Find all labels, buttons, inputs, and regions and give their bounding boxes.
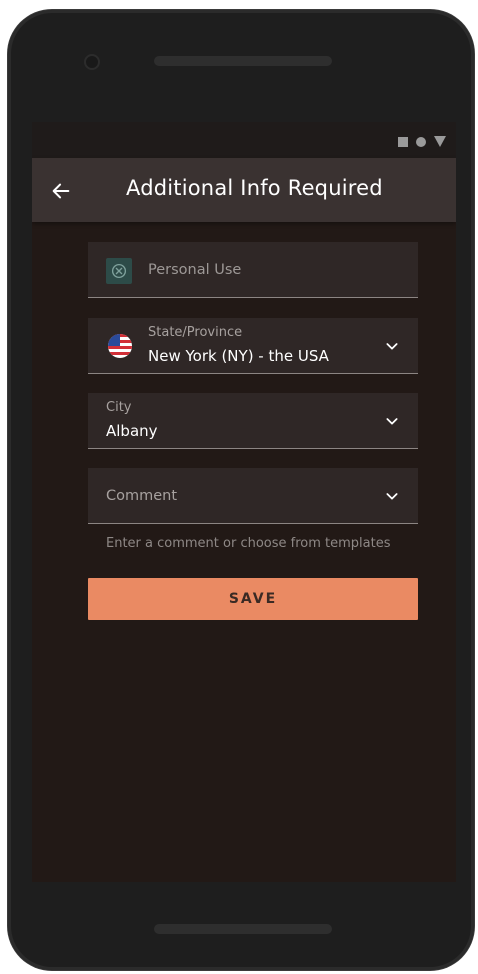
chevron-down-icon[interactable] [384,488,400,504]
city-label: City [106,400,132,415]
comment-helper-text: Enter a comment or choose from templates [106,536,391,551]
usa-flag-icon [108,334,132,358]
personal-use-label: Personal Use [148,262,242,278]
personal-use-field[interactable]: Personal Use [88,242,418,298]
triangle-icon [434,136,446,147]
state-province-value: New York (NY) - the USA [148,347,329,365]
page-title: Additional Info Required [126,176,383,200]
square-icon [398,136,408,147]
state-province-label: State/Province [148,325,243,340]
comment-field[interactable]: Comment [88,468,418,524]
save-button[interactable]: SAVE [88,578,418,620]
city-value: Albany [106,422,158,440]
speaker-grille-bottom [154,924,332,934]
speaker-grille [154,56,332,66]
app-bar: Additional Info Required [32,158,456,222]
circle-icon [416,136,426,147]
city-select[interactable]: City Albany [88,393,418,449]
status-bar [32,122,456,158]
status-icons [398,136,446,147]
arrow-left-icon [52,183,70,199]
comment-placeholder: Comment [106,488,178,504]
camera-icon [84,54,100,70]
cancel-circle-icon [106,258,132,284]
phone-frame: Additional Info Required Personal Use St… [8,10,474,970]
back-button[interactable] [48,178,74,204]
state-province-select[interactable]: State/Province New York (NY) - the USA [88,318,418,374]
screen: Additional Info Required Personal Use St… [32,122,456,882]
chevron-down-icon[interactable] [384,413,400,429]
chevron-down-icon[interactable] [384,338,400,354]
